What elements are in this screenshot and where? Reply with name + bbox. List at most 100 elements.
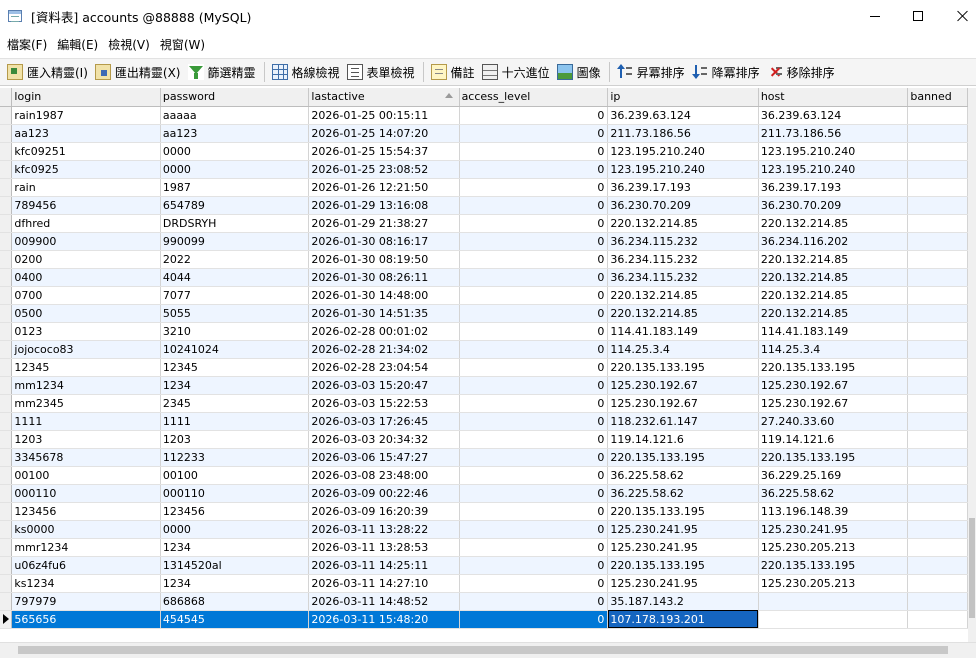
- cell-lastactive[interactable]: 2026-02-28 21:34:02: [308, 340, 460, 359]
- table-row[interactable]: 565656 454545 2026-03-11 15:48:20 0 107.178.…: [0, 610, 968, 629]
- cell-password[interactable]: aa123: [160, 124, 310, 143]
- cell-banned[interactable]: [907, 610, 968, 629]
- cell-lastactive[interactable]: 2026-03-03 15:20:47: [308, 376, 460, 395]
- cell-host[interactable]: 113.196.148.39: [758, 502, 909, 521]
- cell-host[interactable]: 125.230.241.95: [758, 520, 909, 539]
- cell-banned[interactable]: [907, 538, 968, 557]
- cell-lastactive[interactable]: 2026-03-11 13:28:22: [308, 520, 460, 539]
- cell-access-level[interactable]: 0: [459, 160, 609, 179]
- cell-login[interactable]: mmr1234: [11, 538, 161, 557]
- cell-access-level[interactable]: 0: [459, 322, 609, 341]
- row-indicator[interactable]: [0, 376, 13, 395]
- table-row[interactable]: 0200 2022 2026-01-30 08:19:50 0 36.234.115.2…: [0, 250, 968, 269]
- table-row[interactable]: dfhred DRDSRYH 2026-01-29 21:38:27 0 220.132…: [0, 214, 968, 233]
- cell-host[interactable]: 220.135.133.195: [758, 448, 909, 467]
- cell-login[interactable]: dfhred: [11, 214, 161, 233]
- cell-lastactive[interactable]: 2026-02-28 00:01:02: [308, 322, 460, 341]
- cell-lastactive[interactable]: 2026-02-28 23:04:54: [308, 358, 460, 377]
- table-row[interactable]: 009900 990099 2026-01-30 08:16:17 0 36.234.1…: [0, 232, 968, 251]
- cell-lastactive[interactable]: 2026-03-11 14:48:52: [308, 592, 460, 611]
- cell-ip[interactable]: 36.225.58.62: [607, 466, 759, 485]
- cell-lastactive[interactable]: 2026-03-11 15:48:20: [308, 610, 460, 629]
- cell-login[interactable]: 1203: [11, 430, 161, 449]
- cell-banned[interactable]: [907, 412, 968, 431]
- cell-password[interactable]: aaaaa: [160, 106, 310, 125]
- cell-host[interactable]: 125.230.205.213: [758, 538, 909, 557]
- row-indicator[interactable]: [0, 124, 13, 143]
- cell-lastactive[interactable]: 2026-03-11 14:25:11: [308, 556, 460, 575]
- cell-login[interactable]: 0200: [11, 250, 161, 269]
- row-indicator[interactable]: [0, 412, 13, 431]
- table-row[interactable]: u06z4fu6 1314520al 2026-03-11 14:25:11 0 220…: [0, 556, 968, 575]
- cell-ip[interactable]: 125.230.241.95: [607, 520, 759, 539]
- cell-banned[interactable]: [907, 232, 968, 251]
- cell-access-level[interactable]: 0: [459, 106, 609, 125]
- menu-edit[interactable]: 編輯(E): [52, 36, 103, 53]
- cell-banned[interactable]: [907, 502, 968, 521]
- row-indicator[interactable]: [0, 502, 13, 521]
- cell-banned[interactable]: [907, 268, 968, 287]
- cell-password[interactable]: 454545: [160, 610, 310, 629]
- cell-ip[interactable]: 35.187.143.2: [607, 592, 759, 611]
- table-row[interactable]: 3345678 112233 2026-03-06 15:47:27 0 220.135…: [0, 448, 968, 467]
- row-indicator[interactable]: [0, 466, 13, 485]
- table-row[interactable]: rain1987 aaaaa 2026-01-25 00:15:11 0 36.239.…: [0, 106, 968, 125]
- cell-login[interactable]: ks1234: [11, 574, 161, 593]
- table-row[interactable]: kfc09251 0000 2026-01-25 15:54:37 0 123.195.…: [0, 142, 968, 161]
- cell-password[interactable]: 123456: [160, 502, 310, 521]
- cell-ip[interactable]: 36.239.17.193: [607, 178, 759, 197]
- memo-button[interactable]: 備註: [428, 60, 479, 84]
- row-indicator[interactable]: [0, 484, 13, 503]
- maximize-button[interactable]: [895, 0, 941, 32]
- cell-access-level[interactable]: 0: [459, 376, 609, 395]
- cell-host[interactable]: 123.195.210.240: [758, 160, 909, 179]
- menu-file[interactable]: 檔案(F): [2, 36, 52, 53]
- cell-access-level[interactable]: 0: [459, 124, 609, 143]
- cell-banned[interactable]: [907, 196, 968, 215]
- cell-lastactive[interactable]: 2026-01-25 15:54:37: [308, 142, 460, 161]
- cell-host[interactable]: 36.239.17.193: [758, 178, 909, 197]
- cell-ip[interactable]: 114.25.3.4: [607, 340, 759, 359]
- close-button[interactable]: [940, 0, 976, 32]
- cell-ip[interactable]: 125.230.241.95: [607, 574, 759, 593]
- cell-login[interactable]: 009900: [11, 232, 161, 251]
- cell-access-level[interactable]: 0: [459, 286, 609, 305]
- cell-login[interactable]: 3345678: [11, 448, 161, 467]
- remove-sort-button[interactable]: 移除排序: [764, 60, 839, 84]
- grid-view-button[interactable]: 格線檢視: [269, 60, 344, 84]
- vertical-scrollbar-thumb[interactable]: [969, 518, 975, 618]
- cell-ip[interactable]: 123.195.210.240: [607, 160, 759, 179]
- cell-login[interactable]: 565656: [11, 610, 161, 629]
- cell-banned[interactable]: [907, 358, 968, 377]
- row-indicator[interactable]: [0, 142, 13, 161]
- cell-login[interactable]: rain: [11, 178, 161, 197]
- cell-ip[interactable]: 220.135.133.195: [607, 556, 759, 575]
- data-grid[interactable]: login password lastactive access_level i…: [0, 88, 968, 642]
- row-indicator[interactable]: [0, 106, 13, 125]
- table-row[interactable]: 797979 686868 2026-03-11 14:48:52 0 35.187.1…: [0, 592, 968, 611]
- column-header-host[interactable]: host: [758, 88, 909, 107]
- cell-access-level[interactable]: 0: [459, 142, 609, 161]
- table-row[interactable]: 0500 5055 2026-01-30 14:51:35 0 220.132.214.…: [0, 304, 968, 323]
- cell-login[interactable]: u06z4fu6: [11, 556, 161, 575]
- cell-lastactive[interactable]: 2026-01-30 14:48:00: [308, 286, 460, 305]
- cell-password[interactable]: 1111: [160, 412, 310, 431]
- cell-host[interactable]: 125.230.205.213: [758, 574, 909, 593]
- cell-login[interactable]: jojococo83: [11, 340, 161, 359]
- table-row[interactable]: mmr1234 1234 2026-03-11 13:28:53 0 125.230.2…: [0, 538, 968, 557]
- cell-access-level[interactable]: 0: [459, 214, 609, 233]
- cell-banned[interactable]: [907, 520, 968, 539]
- cell-password[interactable]: 7077: [160, 286, 310, 305]
- table-row[interactable]: 0123 3210 2026-02-28 00:01:02 0 114.41.183.1…: [0, 322, 968, 341]
- cell-access-level[interactable]: 0: [459, 340, 609, 359]
- table-row[interactable]: 0700 7077 2026-01-30 14:48:00 0 220.132.214.…: [0, 286, 968, 305]
- cell-ip[interactable]: 220.135.133.195: [607, 358, 759, 377]
- cell-access-level[interactable]: 0: [459, 574, 609, 593]
- cell-access-level[interactable]: 0: [459, 430, 609, 449]
- cell-banned[interactable]: [907, 466, 968, 485]
- cell-login[interactable]: rain1987: [11, 106, 161, 125]
- cell-ip[interactable]: 125.230.192.67: [607, 394, 759, 413]
- column-header-login[interactable]: login: [11, 88, 161, 107]
- cell-ip[interactable]: 125.230.241.95: [607, 538, 759, 557]
- cell-password[interactable]: 10241024: [160, 340, 310, 359]
